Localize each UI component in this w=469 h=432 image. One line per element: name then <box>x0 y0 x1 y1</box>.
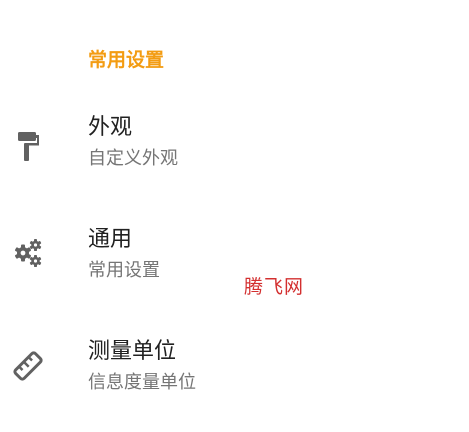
gears-icon <box>10 235 46 271</box>
pref-title-general: 通用 <box>88 227 133 252</box>
paint-roller-icon <box>10 129 46 165</box>
pref-summary-appearance: 自定义外观 <box>88 148 178 169</box>
pref-item-appearance[interactable]: 外观 自定义外观 <box>0 108 469 208</box>
ruler-icon <box>10 348 46 384</box>
pref-summary-general: 常用设置 <box>88 260 160 281</box>
section-header: 常用设置 <box>88 49 165 71</box>
pref-summary-units: 信息度量单位 <box>88 372 196 393</box>
pref-title-units: 测量单位 <box>88 339 177 364</box>
pref-item-units[interactable]: 测量单位 信息度量单位 <box>0 332 469 432</box>
pref-item-general[interactable]: 通用 常用设置 <box>0 220 469 320</box>
pref-title-appearance: 外观 <box>88 115 133 140</box>
watermark: 腾飞网 <box>244 276 305 298</box>
